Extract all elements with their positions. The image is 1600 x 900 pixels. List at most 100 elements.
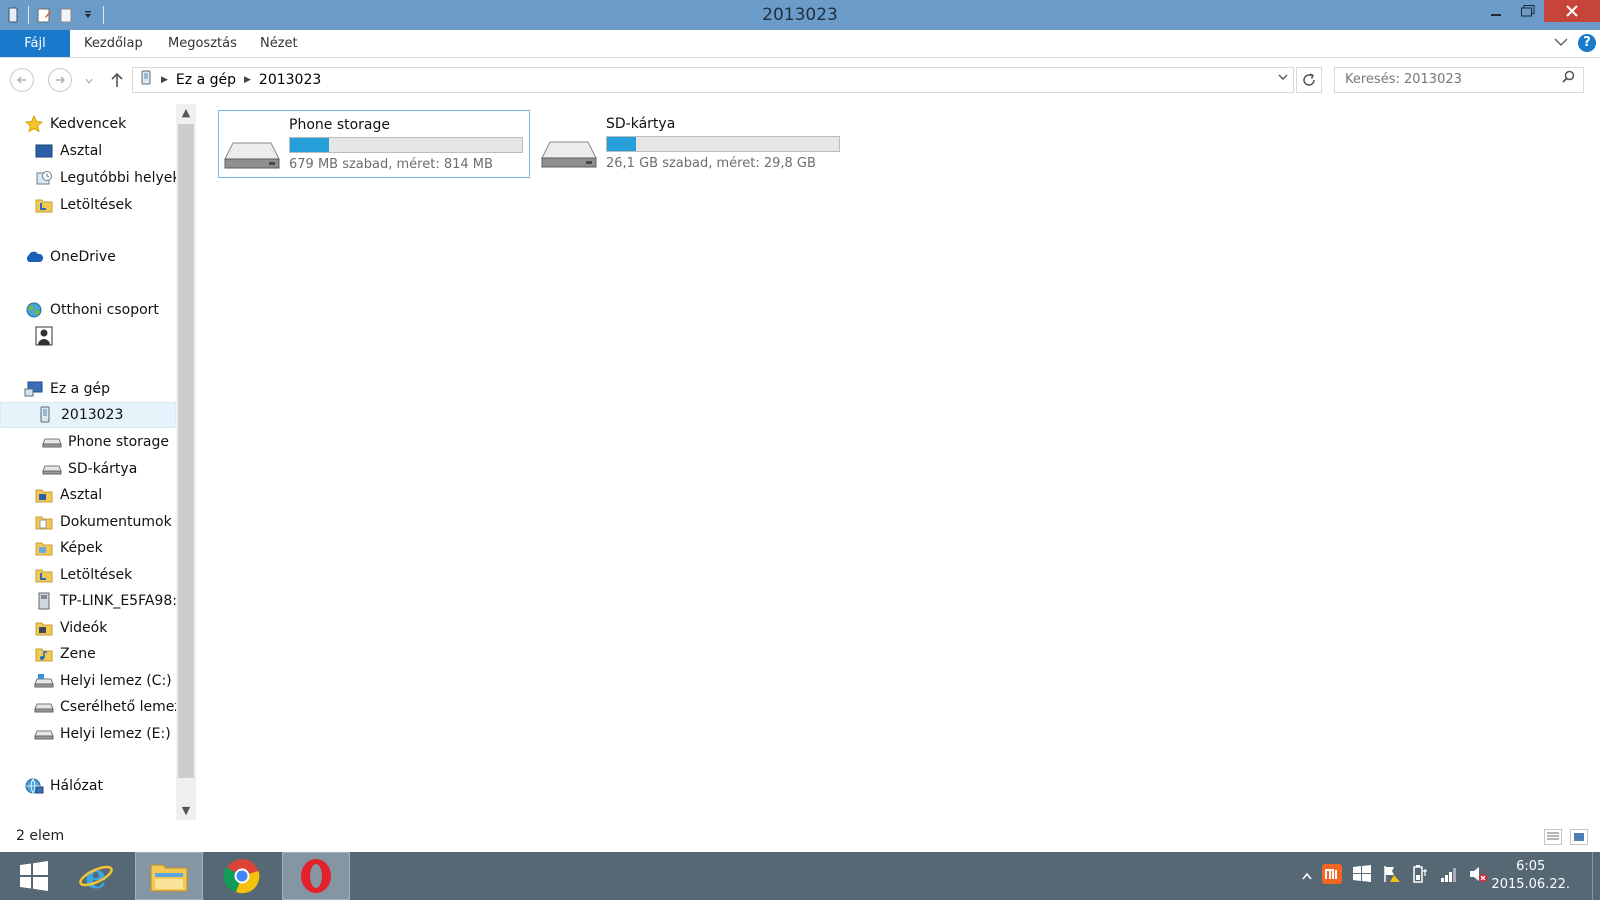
nav-pc-downloads[interactable]: Letöltések bbox=[0, 562, 176, 588]
drive-tile-phone-storage[interactable]: Phone storage 679 MB szabad, méret: 814 … bbox=[218, 110, 530, 178]
nav-pc-documents[interactable]: Dokumentumok bbox=[0, 509, 176, 535]
item-count: 2 elem bbox=[16, 828, 65, 844]
nav-fav-downloads[interactable]: Letöltések bbox=[0, 192, 176, 218]
show-hidden-icons-icon[interactable] bbox=[1302, 869, 1312, 883]
tab-view[interactable]: Nézet bbox=[248, 30, 310, 57]
device-icon bbox=[35, 406, 55, 424]
file-explorer-icon bbox=[150, 864, 188, 892]
taskbar-chrome[interactable] bbox=[208, 852, 276, 900]
taskbar-opera[interactable] bbox=[282, 852, 350, 900]
drive-usage-bar bbox=[289, 137, 523, 153]
tab-share[interactable]: Megosztás bbox=[156, 30, 249, 57]
action-center-flag-icon[interactable] bbox=[1382, 865, 1402, 886]
minimize-button[interactable] bbox=[1480, 0, 1512, 22]
address-history-icon[interactable] bbox=[1277, 71, 1289, 86]
close-button[interactable] bbox=[1544, 0, 1600, 22]
clock-time: 6:05 bbox=[1516, 859, 1546, 874]
search-input[interactable]: Keresés: 2013023 bbox=[1334, 67, 1584, 93]
videos-folder-icon bbox=[34, 619, 54, 637]
nav-homegroup[interactable]: Otthoni csoport bbox=[0, 297, 176, 323]
drive-usage-bar bbox=[606, 136, 840, 152]
nav-scrollbar[interactable]: ▲ ▼ bbox=[176, 104, 196, 820]
taskbar-clock[interactable]: 6:05 2015.06.22. bbox=[1491, 858, 1570, 894]
device-icon bbox=[133, 70, 159, 90]
details-view-icon[interactable] bbox=[1544, 829, 1562, 845]
taskbar-ie[interactable]: e bbox=[62, 852, 130, 900]
documents-folder-icon bbox=[34, 513, 54, 531]
scroll-thumb[interactable] bbox=[178, 124, 194, 778]
nav-this-pc[interactable]: Ez a gép bbox=[0, 376, 176, 402]
start-button[interactable] bbox=[0, 852, 68, 900]
up-button[interactable] bbox=[106, 68, 128, 92]
nav-pc-music[interactable]: Zene bbox=[0, 641, 176, 667]
search-placeholder: Keresés: 2013023 bbox=[1345, 72, 1462, 87]
user-icon bbox=[34, 326, 54, 346]
drive-icon bbox=[541, 141, 597, 168]
help-icon[interactable]: ? bbox=[1578, 34, 1596, 52]
search-icon[interactable] bbox=[1562, 68, 1575, 92]
scroll-down-icon[interactable]: ▼ bbox=[176, 802, 196, 820]
drive-space-info: 679 MB szabad, méret: 814 MB bbox=[289, 157, 493, 172]
title-bar: 2013023 bbox=[0, 0, 1600, 30]
taskbar-file-explorer[interactable] bbox=[135, 852, 203, 900]
nav-pc-drive-c[interactable]: Helyi lemez (C:) bbox=[0, 668, 176, 694]
cloud-icon bbox=[24, 248, 44, 266]
windows-update-icon[interactable] bbox=[1352, 865, 1372, 886]
nav-onedrive[interactable]: OneDrive bbox=[0, 244, 176, 270]
nav-pc-drive-e[interactable]: Helyi lemez (E:) bbox=[0, 721, 176, 747]
star-icon bbox=[24, 115, 44, 133]
nav-network[interactable]: Hálózat bbox=[0, 773, 176, 799]
refresh-button[interactable] bbox=[1296, 67, 1322, 93]
breadcrumb-arrow-icon[interactable]: ▶ bbox=[242, 75, 253, 85]
address-row: ▶ Ez a gép ▶ 2013023 Keresés: 2013023 bbox=[0, 62, 1600, 98]
svg-text:e: e bbox=[85, 857, 107, 895]
breadcrumb-device[interactable]: 2013023 bbox=[253, 72, 327, 88]
window-controls bbox=[1480, 0, 1600, 22]
recent-locations-icon[interactable] bbox=[84, 74, 94, 90]
nav-pc-videos[interactable]: Videók bbox=[0, 615, 176, 641]
nav-homegroup-user[interactable] bbox=[0, 323, 176, 349]
recent-places-icon bbox=[34, 169, 54, 187]
downloads-folder-icon bbox=[34, 196, 54, 214]
internet-explorer-icon: e bbox=[79, 857, 113, 895]
scroll-up-icon[interactable]: ▲ bbox=[176, 104, 196, 122]
show-desktop-button[interactable] bbox=[1592, 852, 1600, 900]
address-bar[interactable]: ▶ Ez a gép ▶ 2013023 bbox=[132, 67, 1294, 93]
nav-fav-desktop[interactable]: Asztal bbox=[0, 138, 176, 164]
drive-icon bbox=[34, 725, 54, 743]
signal-strength-icon[interactable] bbox=[1440, 865, 1458, 886]
nav-favorites[interactable]: Kedvencek bbox=[0, 111, 176, 137]
nav-pc-removable[interactable]: Cserélhető lemez bbox=[0, 694, 176, 720]
mi-app-icon[interactable] bbox=[1322, 864, 1342, 887]
drive-tile-sd-card[interactable]: SD-kártya 26,1 GB szabad, méret: 29,8 GB bbox=[536, 110, 848, 178]
status-bar: 2 elem bbox=[0, 826, 1600, 848]
computer-icon bbox=[24, 380, 44, 398]
nav-sd-card[interactable]: SD-kártya bbox=[0, 456, 176, 482]
expand-ribbon-icon[interactable] bbox=[1554, 35, 1568, 51]
nav-pc-tplink[interactable]: TP-LINK_E5FA98:1 bbox=[0, 588, 176, 614]
maximize-button[interactable] bbox=[1512, 0, 1544, 22]
nav-phone-storage[interactable]: Phone storage bbox=[0, 429, 176, 455]
drive-icon bbox=[42, 433, 62, 451]
chrome-icon bbox=[223, 859, 260, 894]
drive-icon bbox=[224, 142, 280, 169]
back-button[interactable] bbox=[10, 68, 34, 92]
tab-file[interactable]: Fájl bbox=[0, 30, 70, 57]
homegroup-icon bbox=[24, 301, 44, 319]
large-icons-view-icon[interactable] bbox=[1570, 829, 1588, 845]
battery-icon[interactable] bbox=[1412, 864, 1430, 887]
downloads-folder-icon bbox=[34, 566, 54, 584]
tab-home[interactable]: Kezdőlap bbox=[72, 30, 155, 57]
drive-usage-fill bbox=[290, 138, 329, 152]
volume-muted-icon[interactable] bbox=[1468, 865, 1488, 886]
nav-fav-recent[interactable]: Legutóbbi helyek bbox=[0, 165, 176, 191]
nav-pc-desktop[interactable]: Asztal bbox=[0, 482, 176, 508]
nav-pc-pictures[interactable]: Képek bbox=[0, 535, 176, 561]
drive-space-info: 26,1 GB szabad, méret: 29,8 GB bbox=[606, 156, 816, 171]
breadcrumb-arrow-icon[interactable]: ▶ bbox=[159, 75, 170, 85]
music-folder-icon bbox=[34, 645, 54, 663]
breadcrumb-this-pc[interactable]: Ez a gép bbox=[170, 72, 242, 88]
desktop-icon bbox=[34, 142, 54, 160]
nav-device-selected[interactable]: 2013023 bbox=[0, 402, 176, 428]
forward-button[interactable] bbox=[48, 68, 72, 92]
